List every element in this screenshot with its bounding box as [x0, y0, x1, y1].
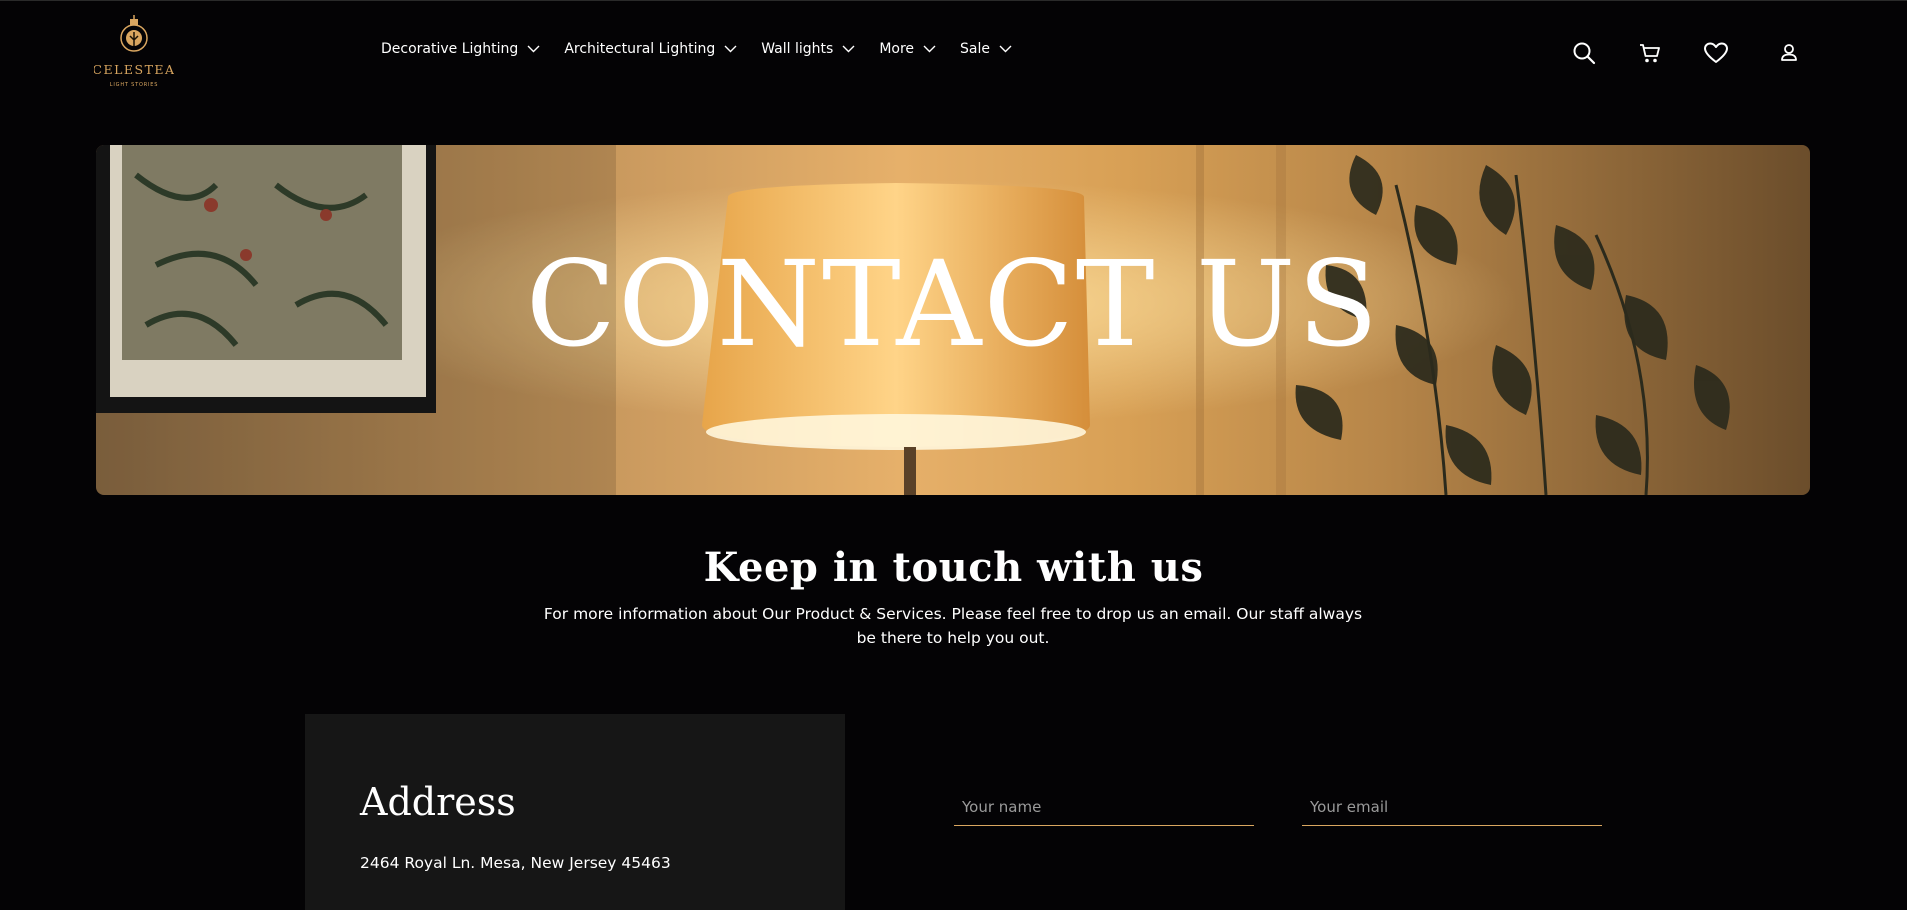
- section-title: Keep in touch with us: [703, 544, 1204, 591]
- chevron-down-icon: [999, 45, 1012, 53]
- brand-tagline: LIGHT STORIES: [110, 82, 158, 88]
- chevron-down-icon: [923, 45, 936, 53]
- site-header: CELESTEA LIGHT STORIES Decorative Lighti…: [0, 0, 1907, 105]
- address-title: Address: [360, 780, 516, 824]
- nav-item-label: Architectural Lighting: [564, 41, 716, 57]
- nav-item-more[interactable]: More: [879, 41, 960, 57]
- cart-icon[interactable]: [1638, 41, 1662, 70]
- main-nav: Decorative Lighting Architectural Lighti…: [381, 41, 1012, 57]
- email-field-wrapper: [1302, 788, 1602, 826]
- address-card: Address 2464 Royal Ln. Mesa, New Jersey …: [305, 714, 845, 910]
- search-icon[interactable]: [1572, 41, 1596, 70]
- nav-item-label: More: [879, 41, 915, 57]
- name-input[interactable]: [954, 788, 1254, 825]
- brand-name: CELESTEA: [94, 62, 174, 77]
- nav-item-label: Decorative Lighting: [381, 41, 519, 57]
- section-description: For more information about Our Product &…: [543, 605, 1363, 647]
- nav-item-label: Wall lights: [761, 41, 834, 57]
- hero-banner: CONTACT US: [96, 145, 1810, 495]
- address-text: 2464 Royal Ln. Mesa, New Jersey 45463: [360, 854, 671, 872]
- nav-item-wall-lights[interactable]: Wall lights: [761, 41, 879, 57]
- user-icon[interactable]: [1778, 41, 1800, 70]
- nav-item-decorative-lighting[interactable]: Decorative Lighting: [381, 41, 564, 57]
- hero-title: CONTACT US: [525, 235, 1381, 373]
- chevron-down-icon: [724, 45, 737, 53]
- email-input[interactable]: [1302, 788, 1602, 825]
- chevron-down-icon: [527, 45, 540, 53]
- nav-item-label: Sale: [960, 41, 990, 57]
- brand-logo[interactable]: CELESTEA LIGHT STORIES: [94, 15, 174, 91]
- name-field-wrapper: [954, 788, 1254, 826]
- nav-item-architectural-lighting[interactable]: Architectural Lighting: [564, 41, 761, 57]
- chevron-down-icon: [842, 45, 855, 53]
- nav-item-sale[interactable]: Sale: [960, 41, 1012, 57]
- heart-icon[interactable]: [1703, 41, 1729, 70]
